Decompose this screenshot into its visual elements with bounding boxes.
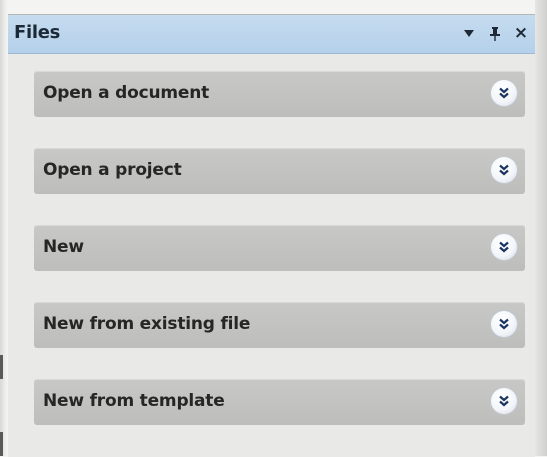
double-chevron-down-icon[interactable] [491, 311, 517, 337]
close-button[interactable]: × [510, 21, 532, 45]
double-chevron-down-icon[interactable] [491, 388, 517, 414]
pane-menu-button[interactable] [458, 21, 480, 45]
pin-icon [490, 26, 500, 41]
section-list: Open a document Open a project New New f… [34, 71, 525, 456]
double-chevron-down-icon[interactable] [491, 80, 517, 106]
left-edge-mark [0, 355, 3, 379]
section-open-document[interactable]: Open a document [34, 71, 525, 117]
section-new[interactable]: New [34, 225, 525, 271]
section-label: New [43, 237, 84, 257]
double-chevron-down-icon[interactable] [491, 157, 517, 183]
section-open-project[interactable]: Open a project [34, 148, 525, 194]
section-label: New from existing file [43, 314, 251, 334]
section-label: Open a project [43, 160, 182, 180]
scrollbar-track[interactable] [535, 0, 547, 456]
section-label: New from template [43, 391, 225, 411]
left-edge-mark [0, 432, 3, 456]
dropdown-triangle-icon [464, 30, 474, 37]
pane-titlebar: Files × [8, 15, 535, 54]
section-new-from-template[interactable]: New from template [34, 379, 525, 425]
close-icon: × [513, 23, 529, 43]
section-new-from-existing[interactable]: New from existing file [34, 302, 525, 348]
pin-button[interactable] [484, 21, 506, 45]
section-label: Open a document [43, 83, 210, 103]
pane-title: Files [14, 22, 61, 43]
files-task-pane: Files × Open a document Open a project N… [8, 14, 535, 457]
double-chevron-down-icon[interactable] [491, 234, 517, 260]
left-edge [0, 0, 8, 456]
